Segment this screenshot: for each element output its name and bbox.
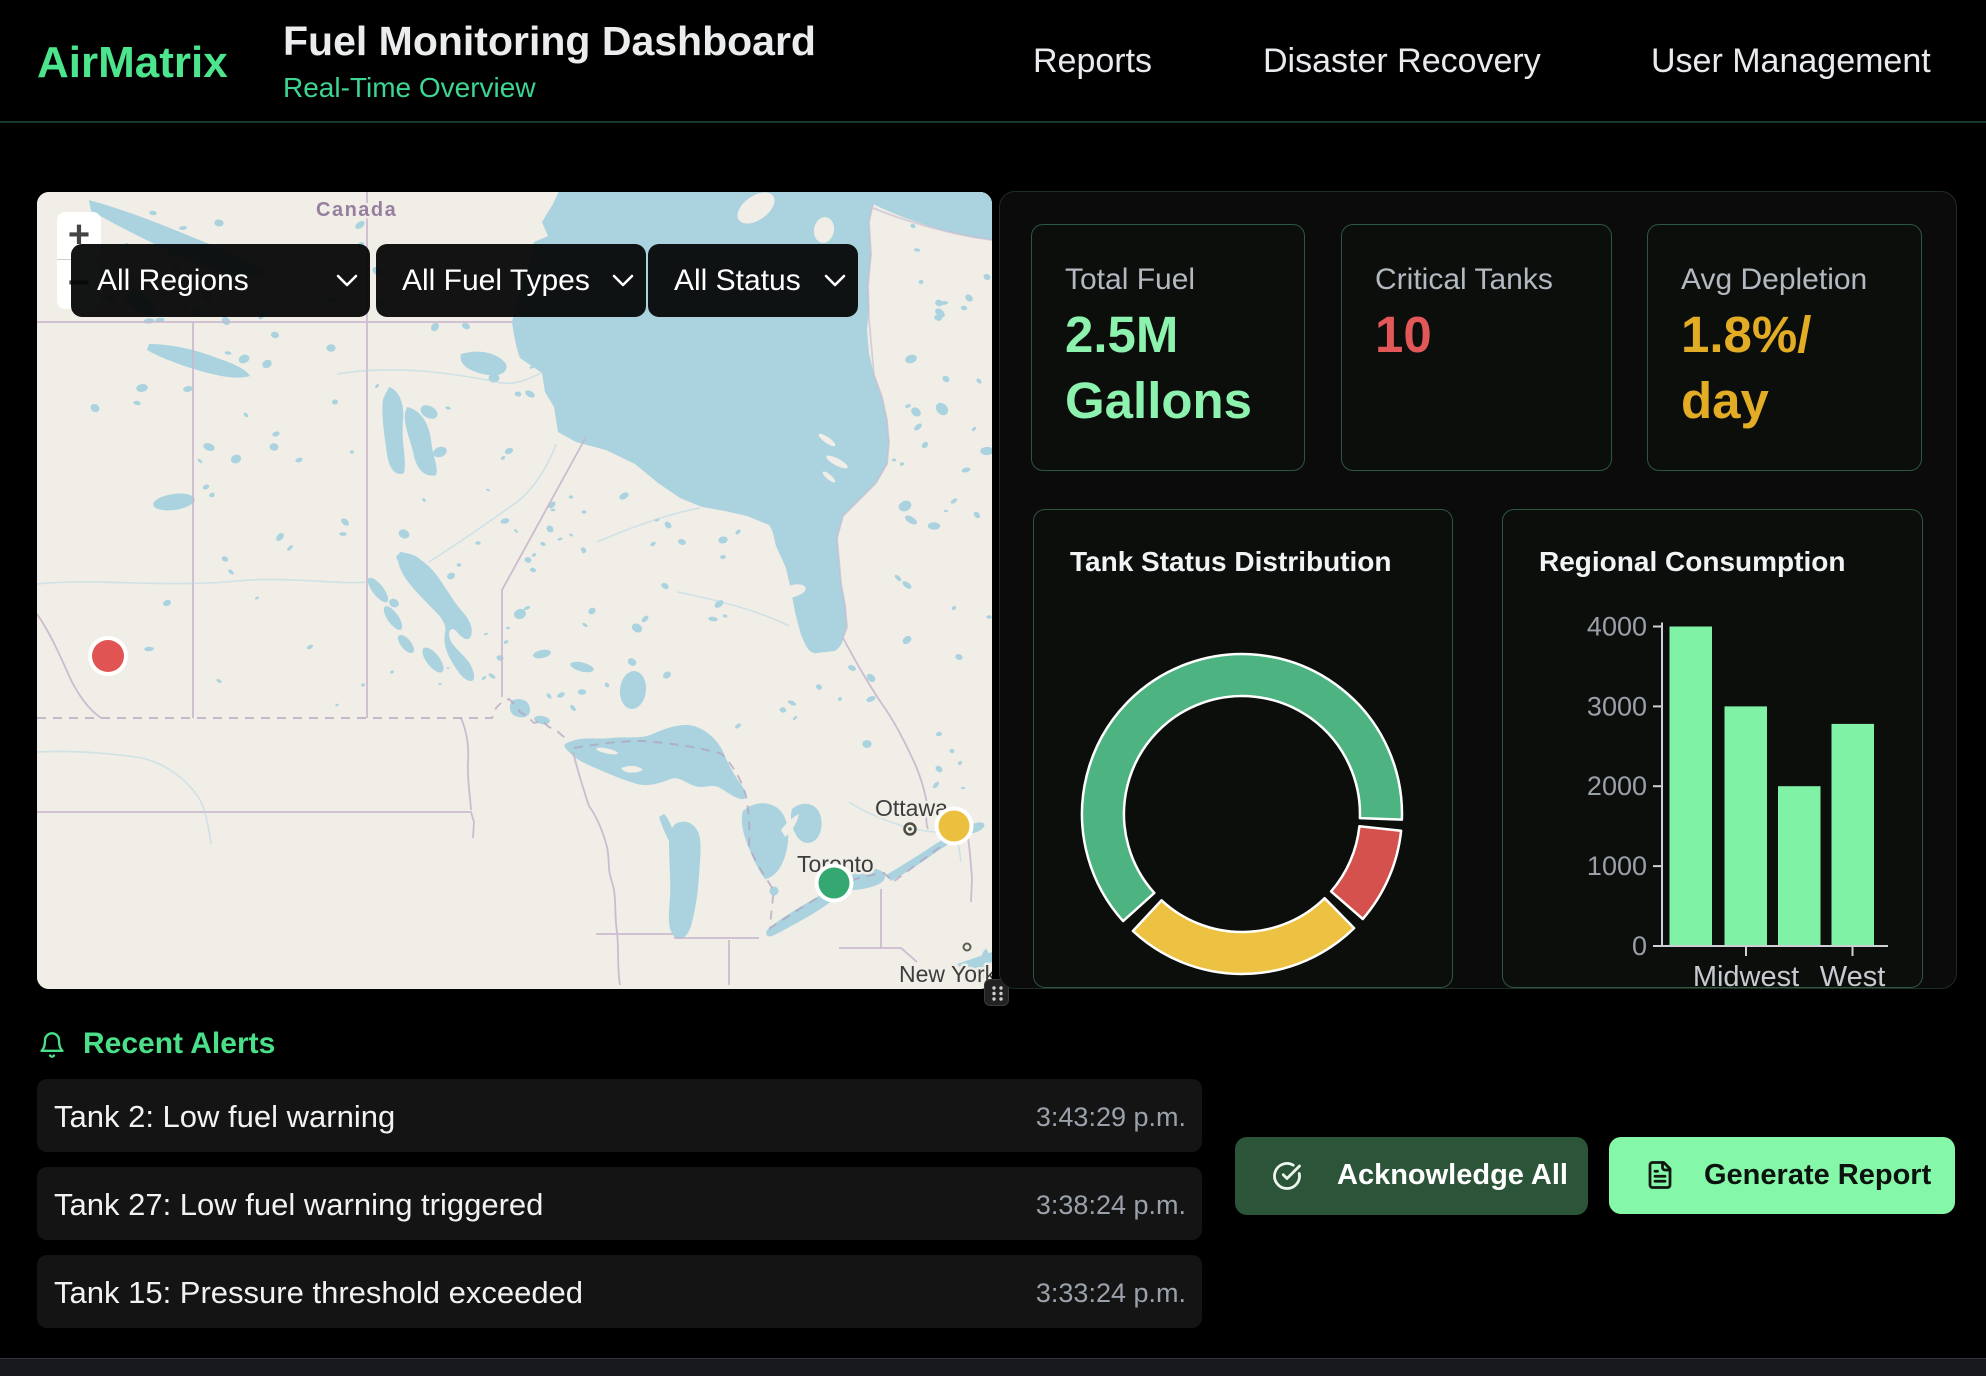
svg-text:Midwest: Midwest — [1693, 961, 1799, 989]
svg-text:3000: 3000 — [1587, 691, 1647, 721]
svg-text:Canada: Canada — [316, 199, 397, 221]
svg-text:2000: 2000 — [1587, 771, 1647, 801]
svg-text:1000: 1000 — [1587, 851, 1647, 881]
svg-text:4000: 4000 — [1587, 612, 1647, 642]
svg-text:West: West — [1820, 961, 1886, 989]
svg-text:0: 0 — [1632, 931, 1647, 961]
svg-text:New York: New York — [899, 961, 992, 987]
